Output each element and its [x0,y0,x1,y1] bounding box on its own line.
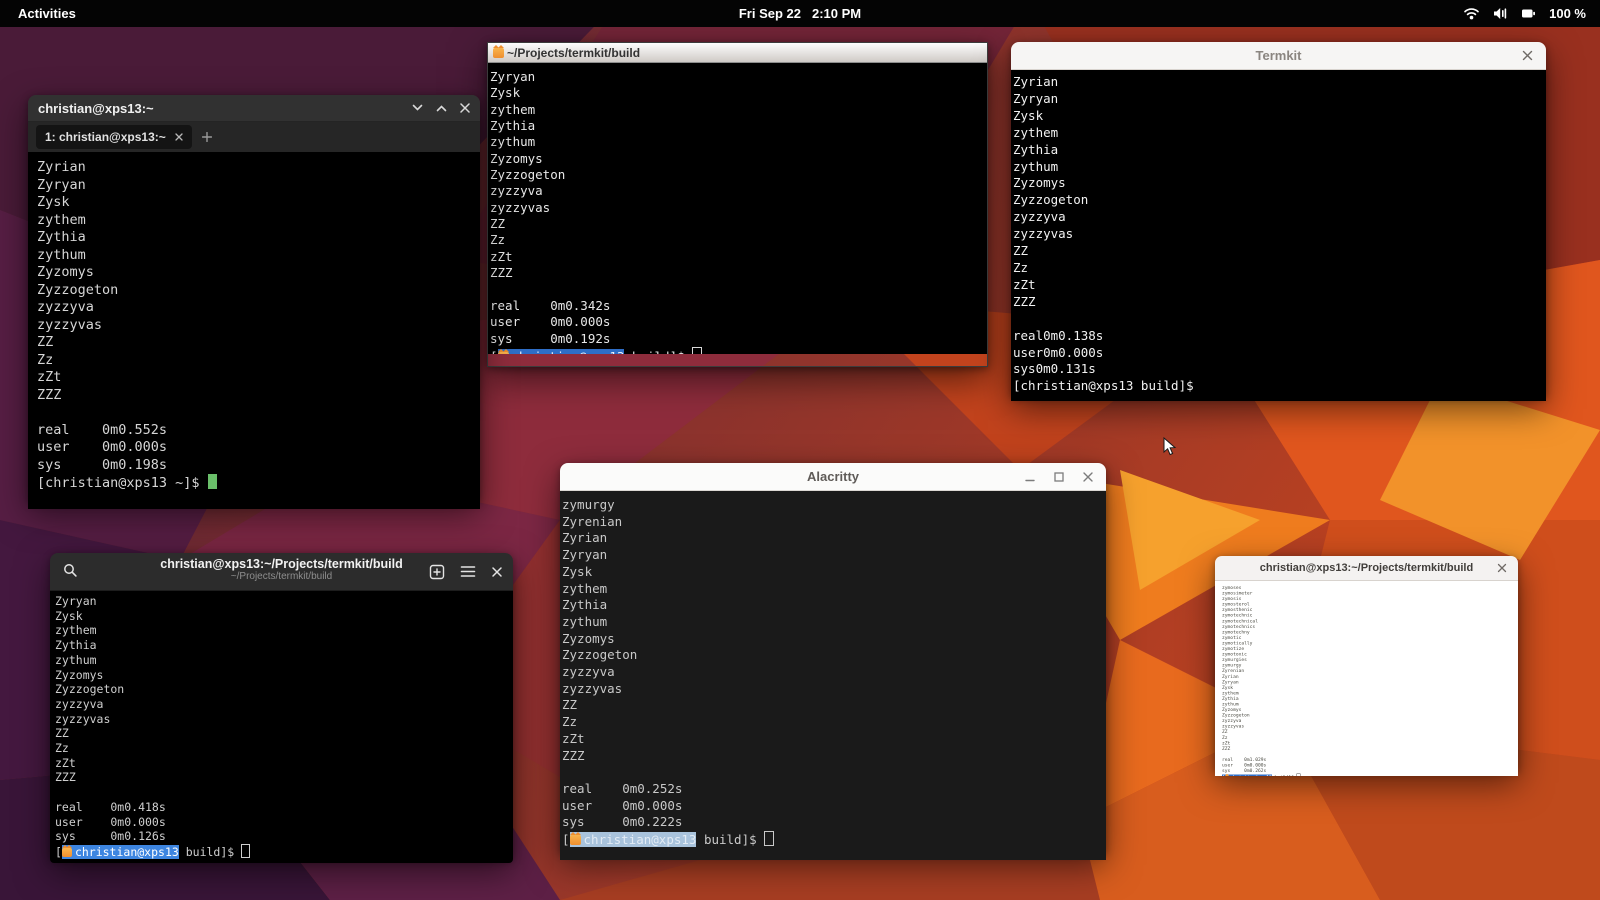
termkit-window-title: Termkit [1256,48,1302,63]
terminal-output: Zyrian Zyryan Zysk zythem Zythia zythum … [1013,74,1546,378]
gnome-headerbar[interactable]: christian@xps13:~/Projects/termkit/build… [50,553,513,591]
terminal-cursor [208,474,217,489]
close-icon [1522,50,1533,61]
new-tab-plus-icon[interactable] [202,132,212,142]
termkit-terminal-area[interactable]: Zyrian Zyryan Zysk zythem Zythia zythum … [1011,70,1546,401]
xterm-titlebar[interactable]: ~/Projects/termkit/build [488,43,987,63]
close-icon[interactable] [491,566,503,578]
terminal-output: Zyrian Zyryan Zysk zythem Zythia zythum … [37,159,480,474]
close-button[interactable] [1519,47,1536,64]
window-terminal-home: christian@xps13:~ 1: christian@xps13:~ Z… [28,95,480,502]
wifi-icon [1463,7,1480,20]
close-icon[interactable] [1082,471,1094,483]
terminal-cursor [764,831,774,846]
tab-close-icon[interactable] [175,133,183,141]
terminal-cursor [692,347,702,354]
gnome-terminal-area[interactable]: Zyryan Zysk zythem Zythia zythum Zyzomys… [50,591,513,863]
terminal-output: Zyryan Zysk zythem Zythia zythum Zyzomys… [55,594,513,844]
shell-prompt: [christian@xps13 ~]$ [37,474,480,493]
system-status-area[interactable]: 100 % [1463,0,1586,27]
xterm-terminal-area[interactable]: Zyryan Zysk zythem Zythia zythum Zyzomys… [488,63,987,354]
tab-label: 1: christian@xps13:~ [45,130,166,144]
battery-icon [1521,7,1536,20]
window-termkit: Termkit Zyrian Zyryan Zysk zythem Zythia… [1011,42,1546,397]
window-title: christian@xps13:~ [38,101,154,116]
terminal-output: zymoses zymosimeter zymosis zymosterol z… [1222,585,1518,774]
alacritty-terminal-area[interactable]: zymurgy Zyrenian Zyrian Zyryan Zysk zyth… [560,491,1106,860]
close-icon[interactable] [460,103,470,113]
cat-emoji-icon [62,848,72,857]
volume-icon [1493,7,1508,20]
cat-emoji-icon [498,352,509,354]
selected-host: christian@xps13 [570,832,697,847]
cat-emoji-icon [493,48,504,58]
mini-window-title: christian@xps13:~/Projects/termkit/build [1260,562,1473,574]
mini-titlebar[interactable]: christian@xps13:~/Projects/termkit/build [1215,556,1518,581]
alacritty-window-title: Alacritty [807,469,859,484]
terminal-cursor [1297,774,1301,776]
shell-prompt: [christian@xps13 build]$ [1013,378,1546,395]
mini-terminal-area[interactable]: zymoses zymosimeter zymosis zymosterol z… [1215,581,1518,776]
clock-button[interactable]: Fri Sep 22 2:10 PM [0,0,1600,27]
terminal-titlebar[interactable]: christian@xps13:~ [28,95,480,122]
terminal-output: Zyryan Zysk zythem Zythia zythum Zyzomys… [490,69,987,347]
clock-date: Fri Sep 22 [739,6,801,21]
window-mini-terminal: christian@xps13:~/Projects/termkit/build… [1215,556,1518,771]
close-button[interactable] [1494,560,1510,576]
chevron-down-icon[interactable] [412,104,423,112]
window-xterm: ~/Projects/termkit/build Zyryan Zysk zyt… [487,42,988,367]
terminal-output: zymurgy Zyrenian Zyrian Zyryan Zysk zyth… [562,497,1106,831]
window-gnome-terminal: christian@xps13:~/Projects/termkit/build… [50,553,513,860]
close-icon [1497,563,1507,573]
minimize-icon[interactable] [1024,471,1036,483]
highlighted-host: christian@xps13 [498,349,625,354]
chevron-up-icon[interactable] [436,104,447,112]
terminal-area[interactable]: Zyrian Zyryan Zysk zythem Zythia zythum … [28,152,480,509]
gnome-top-bar: Activities Fri Sep 22 2:10 PM 100 % [0,0,1600,27]
hamburger-menu-icon[interactable] [460,565,476,578]
mouse-cursor [1163,437,1177,457]
battery-percentage: 100 % [1549,6,1586,21]
shell-prompt: [christian@xps13 build]$ [562,831,1106,849]
shell-prompt: [christian@xps13 build]$ [490,347,987,354]
clock-time: 2:10 PM [812,6,861,21]
xterm-window-title: ~/Projects/termkit/build [507,46,640,60]
window-alacritty: Alacritty zymurgy Zyrenian Zyrian Zyryan… [560,463,1106,853]
highlighted-host: [christian@xps13 [1222,775,1272,776]
new-tab-icon[interactable] [429,564,445,580]
highlighted-host: christian@xps13 [62,845,179,859]
maximize-icon[interactable] [1053,471,1065,483]
alacritty-titlebar[interactable]: Alacritty [560,463,1106,491]
tab-bar: 1: christian@xps13:~ [28,122,480,152]
shell-prompt: [christian@xps13 build]$ [1222,774,1518,776]
terminal-cursor [241,844,250,858]
cat-emoji-icon [570,835,581,845]
termkit-titlebar[interactable]: Termkit [1011,42,1546,70]
terminal-tab[interactable]: 1: christian@xps13:~ [36,125,192,149]
shell-prompt: [christian@xps13 build]$ [55,844,513,860]
